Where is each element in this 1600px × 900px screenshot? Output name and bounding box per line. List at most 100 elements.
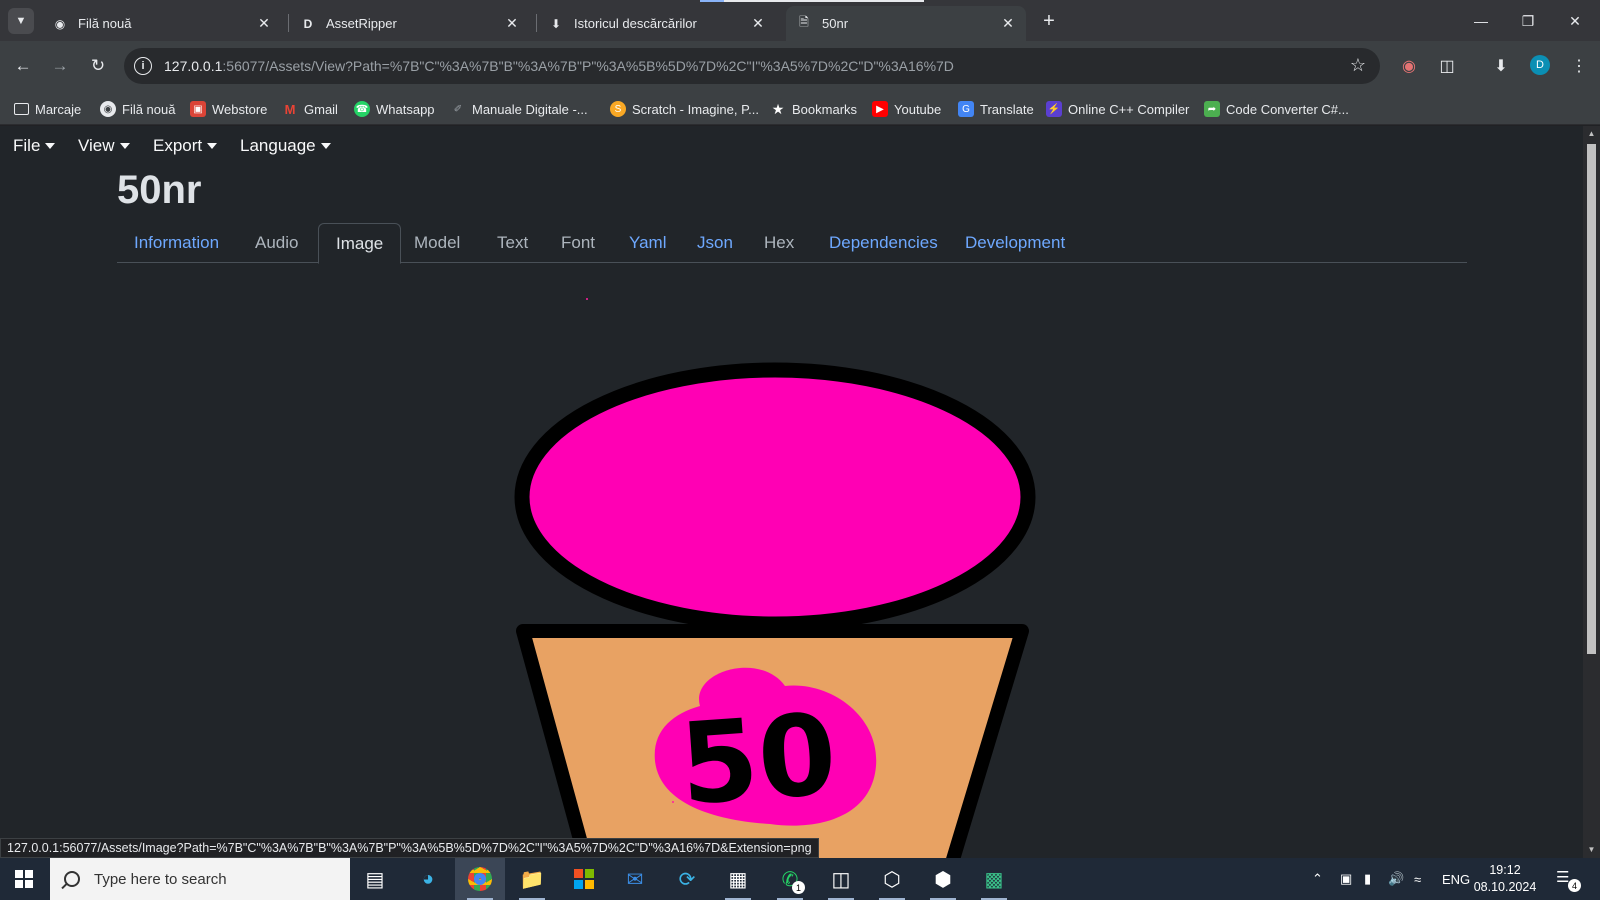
tab-image[interactable]: Image bbox=[318, 223, 402, 264]
scroll-up-icon[interactable]: ▲ bbox=[1587, 130, 1596, 138]
youtube-icon: ▶ bbox=[872, 101, 888, 117]
scroll-thumb[interactable] bbox=[1587, 144, 1596, 654]
bookmark-translate[interactable]: G Translate bbox=[958, 99, 1034, 119]
close-icon[interactable]: ✕ bbox=[750, 15, 766, 32]
cup-lid bbox=[514, 362, 1036, 632]
minimize-button[interactable]: — bbox=[1458, 6, 1504, 36]
bookmark-star-icon[interactable]: ☆ bbox=[1350, 55, 1366, 76]
stray-pixel bbox=[672, 801, 674, 803]
caret-down-icon bbox=[119, 143, 130, 149]
tab-font[interactable]: Font bbox=[544, 223, 612, 263]
task-view-icon[interactable]: ▤ bbox=[350, 858, 400, 900]
close-icon[interactable]: ✕ bbox=[504, 15, 520, 32]
whatsapp-icon: ☎ bbox=[354, 101, 370, 117]
asset-tabs: Information Audio Image Model Text Font … bbox=[117, 223, 1467, 264]
app-window-icon[interactable]: ▦ bbox=[713, 858, 763, 900]
taskbar-search[interactable]: Type here to search bbox=[50, 858, 350, 900]
bookmark-whatsapp[interactable]: ☎ Whatsapp bbox=[354, 99, 435, 119]
caret-down-icon bbox=[320, 143, 331, 149]
bookmark-manuale-digitale[interactable]: ✐ Manuale Digitale -... bbox=[450, 99, 588, 119]
notifications-button[interactable]: ☰ 4 bbox=[1556, 868, 1581, 892]
meet-icon[interactable]: ▣ bbox=[1340, 858, 1352, 900]
close-icon[interactable]: ✕ bbox=[256, 15, 272, 32]
app-explorer-icon[interactable]: ◫ bbox=[816, 858, 866, 900]
page-content: File View Export Language 50nr Informati… bbox=[0, 126, 1583, 858]
tab-50nr[interactable]: 🗎 50nr ✕ bbox=[786, 6, 1026, 41]
tab-title: Istoricul descărcărilor bbox=[574, 16, 697, 31]
language-indicator[interactable]: ENG bbox=[1442, 858, 1470, 900]
tab-hex[interactable]: Hex bbox=[747, 223, 811, 263]
profile-avatar[interactable]: D bbox=[1530, 55, 1550, 75]
store-icon[interactable] bbox=[559, 858, 609, 900]
link-status-url: 127.0.0.1:56077/Assets/Image?Path=%7B"C"… bbox=[0, 838, 819, 858]
window-close-button[interactable]: ✕ bbox=[1552, 6, 1598, 36]
menu-file[interactable]: File bbox=[13, 136, 56, 156]
tray-chevron-icon[interactable]: ⌃ bbox=[1312, 858, 1323, 900]
extensions-icon[interactable]: ◫ bbox=[1434, 53, 1460, 79]
bookmark-online-compiler[interactable]: ⚡ Online C++ Compiler bbox=[1046, 99, 1189, 119]
manuale-icon: ✐ bbox=[453, 103, 463, 115]
tab-new-tab[interactable]: ◉ Filă nouă ✕ bbox=[42, 6, 282, 41]
start-button[interactable] bbox=[0, 858, 48, 900]
refresh-app-icon[interactable]: ⟳ bbox=[662, 858, 712, 900]
file-explorer-icon[interactable]: 📁 bbox=[507, 858, 557, 900]
tab-information[interactable]: Information bbox=[117, 223, 236, 263]
bookmark-fila-noua[interactable]: ◉ Filă nouă bbox=[100, 99, 175, 119]
app-green-icon[interactable]: ▩ bbox=[969, 858, 1019, 900]
menu-kebab-icon[interactable]: ⋮ bbox=[1566, 53, 1592, 79]
bookmark-marcaje[interactable]: Marcaje bbox=[14, 99, 81, 119]
image-preview: 50 bbox=[0, 276, 1583, 858]
mail-icon[interactable]: ✉ bbox=[610, 858, 660, 900]
tab-json[interactable]: Json bbox=[680, 223, 750, 263]
chrome-icon[interactable] bbox=[455, 858, 505, 900]
bookmark-youtube[interactable]: ▶ Youtube bbox=[872, 99, 941, 119]
tab-dependencies[interactable]: Dependencies bbox=[812, 223, 955, 263]
wifi-icon[interactable]: ≈ bbox=[1414, 858, 1421, 900]
chrome-icon: ◉ bbox=[54, 16, 66, 31]
tab-development[interactable]: Development bbox=[948, 223, 1082, 263]
chrome-icon: ◉ bbox=[100, 101, 116, 117]
site-info-icon[interactable]: i bbox=[134, 57, 152, 75]
bookmark-code-converter[interactable]: ➦ Code Converter C#... bbox=[1204, 99, 1349, 119]
tab-separator bbox=[288, 14, 289, 32]
cup-label-text: 50 bbox=[676, 690, 841, 831]
tab-title: 50nr bbox=[822, 16, 849, 31]
battery-icon[interactable]: ▮ bbox=[1364, 858, 1371, 900]
close-icon[interactable]: ✕ bbox=[1000, 15, 1016, 32]
tab-model[interactable]: Model bbox=[397, 223, 477, 263]
page-scrollbar[interactable]: ▲ ▼ bbox=[1583, 126, 1600, 858]
back-button[interactable]: ← bbox=[9, 52, 37, 80]
tab-downloads[interactable]: ⬇ Istoricul descărcărilor ✕ bbox=[538, 6, 776, 41]
volume-icon[interactable]: 🔊 bbox=[1388, 858, 1404, 900]
edge-icon[interactable]: ◕ bbox=[403, 858, 453, 900]
tab-yaml[interactable]: Yaml bbox=[612, 223, 683, 263]
unity-hub-icon[interactable]: ⬢ bbox=[918, 858, 968, 900]
clock[interactable]: 19:12 08.10.2024 bbox=[1470, 862, 1540, 896]
bookmark-scratch[interactable]: S Scratch - Imagine, P... bbox=[610, 99, 759, 119]
menu-language[interactable]: Language bbox=[240, 136, 331, 156]
browser-toolbar: ← → ↻ i 127.0.0.1:56077/Assets/View?Path… bbox=[0, 41, 1600, 91]
url-text[interactable]: 127.0.0.1:56077/Assets/View?Path=%7B"C"%… bbox=[164, 58, 954, 74]
unity-icon[interactable]: ⬡ bbox=[867, 858, 917, 900]
tab-audio[interactable]: Audio bbox=[238, 223, 315, 263]
bookmark-gmail[interactable]: M Gmail bbox=[282, 99, 338, 119]
bookmark-bookmarks[interactable]: ★ Bookmarks bbox=[770, 99, 857, 119]
address-bar[interactable]: i 127.0.0.1:56077/Assets/View?Path=%7B"C… bbox=[124, 48, 1380, 84]
record-extension-icon[interactable]: ◉ bbox=[1396, 53, 1422, 79]
restore-button[interactable]: ❐ bbox=[1505, 6, 1551, 36]
menu-view[interactable]: View bbox=[78, 136, 130, 156]
downloads-icon[interactable]: ⬇ bbox=[1488, 53, 1514, 79]
whatsapp-badge: 1 bbox=[792, 881, 805, 894]
new-tab-button[interactable]: + bbox=[1037, 9, 1061, 33]
reload-button[interactable]: ↻ bbox=[84, 52, 112, 80]
tab-search-button[interactable]: ▼ bbox=[8, 8, 34, 34]
gmail-icon: M bbox=[284, 101, 296, 117]
tab-text[interactable]: Text bbox=[480, 223, 545, 263]
menu-export[interactable]: Export bbox=[153, 136, 218, 156]
page-title: 50nr bbox=[117, 168, 202, 212]
whatsapp-icon[interactable]: ✆ 1 bbox=[765, 858, 815, 900]
tab-assetripper[interactable]: D AssetRipper ✕ bbox=[290, 6, 530, 41]
scroll-down-icon[interactable]: ▼ bbox=[1587, 846, 1596, 854]
bookmark-webstore[interactable]: ▣ Webstore bbox=[190, 99, 267, 119]
forward-button[interactable]: → bbox=[46, 52, 74, 80]
